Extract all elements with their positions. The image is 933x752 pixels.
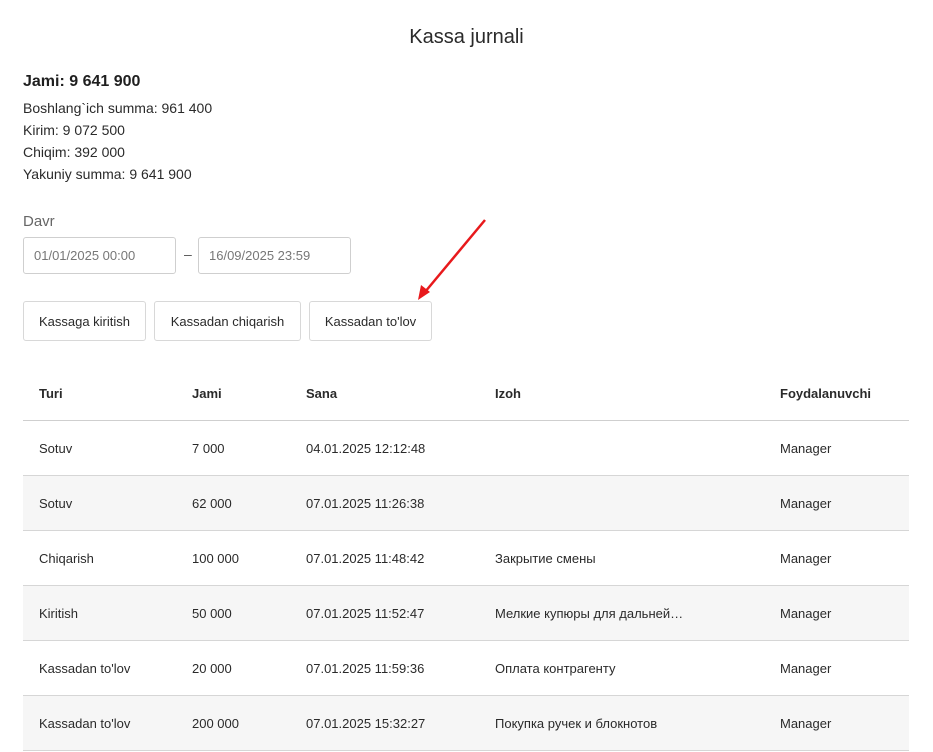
cell-user: Manager	[764, 420, 909, 476]
cell-total: 7 000	[176, 420, 290, 476]
table-row[interactable]: Kassadan to'lov 20 000 07.01.2025 11:59:…	[23, 640, 909, 696]
cell-total: 100 000	[176, 530, 290, 586]
summary-income: Kirim: 9 072 500	[23, 122, 125, 138]
cell-note	[479, 475, 764, 531]
cell-user: Manager	[764, 640, 909, 696]
column-header-note[interactable]: Izoh	[479, 366, 764, 421]
cell-total: 200 000	[176, 695, 290, 751]
cash-payment-button[interactable]: Kassadan to'lov	[309, 301, 432, 341]
table-row[interactable]: Chiqarish 100 000 07.01.2025 11:48:42 За…	[23, 530, 909, 586]
journal-table: Turi Jami Sana Izoh Foydalanuvchi Sotuv …	[23, 366, 909, 751]
cell-date: 07.01.2025 11:48:42	[290, 530, 479, 586]
cell-type: Kiritish	[23, 585, 176, 641]
date-from-input[interactable]	[23, 237, 176, 274]
column-header-date[interactable]: Sana	[290, 366, 479, 421]
page-title: Kassa jurnali	[409, 26, 524, 48]
cell-date: 07.01.2025 15:32:27	[290, 695, 479, 751]
cell-date: 07.01.2025 11:59:36	[290, 640, 479, 696]
column-header-user[interactable]: Foydalanuvchi	[764, 366, 909, 421]
summary-block: Jami: 9 641 900 Boshlang`ich summa: 961 …	[23, 73, 212, 185]
summary-opening: Boshlang`ich summa: 961 400	[23, 100, 213, 116]
cell-note: Оплата контрагенту	[479, 640, 764, 696]
period-label: Davr	[23, 213, 55, 230]
cell-type: Sotuv	[23, 420, 176, 476]
cell-user: Manager	[764, 585, 909, 641]
cell-note: Закрытие смены	[479, 530, 764, 586]
column-header-type[interactable]: Turi	[23, 366, 176, 421]
table-row[interactable]: Sotuv 7 000 04.01.2025 12:12:48 Manager	[23, 420, 909, 476]
cash-out-button[interactable]: Kassadan chiqarish	[154, 301, 301, 341]
cell-type: Sotuv	[23, 475, 176, 531]
cell-note	[479, 420, 764, 476]
cash-journal-page: Kassa jurnali Jami: 9 641 900 Boshlang`i…	[0, 0, 933, 752]
cash-in-button[interactable]: Kassaga kiritish	[23, 301, 146, 341]
table-row[interactable]: Kassadan to'lov 200 000 07.01.2025 15:32…	[23, 695, 909, 751]
summary-expense: Chiqim: 392 000	[23, 144, 125, 160]
table-row[interactable]: Sotuv 62 000 07.01.2025 11:26:38 Manager	[23, 475, 909, 531]
date-to-input[interactable]	[198, 237, 351, 274]
table-row[interactable]: Kiritish 50 000 07.01.2025 11:52:47 Мелк…	[23, 585, 909, 641]
cell-date: 04.01.2025 12:12:48	[290, 420, 479, 476]
cell-total: 20 000	[176, 640, 290, 696]
cell-user: Manager	[764, 695, 909, 751]
cell-total: 50 000	[176, 585, 290, 641]
cell-user: Manager	[764, 475, 909, 531]
summary-closing: Yakuniy summa: 9 641 900	[23, 166, 192, 182]
cell-type: Kassadan to'lov	[23, 695, 176, 751]
cell-note: Мелкие купюры для дальней…	[479, 585, 764, 641]
table-header-row: Turi Jami Sana Izoh Foydalanuvchi	[23, 366, 909, 421]
cell-user: Manager	[764, 530, 909, 586]
summary-total: Jami: 9 641 900	[23, 73, 141, 90]
cell-note-text: Мелкие купюры для дальней…	[495, 606, 684, 622]
cell-note: Покупка ручек и блокнотов	[479, 695, 764, 751]
cell-date: 07.01.2025 11:26:38	[290, 475, 479, 531]
cell-type: Kassadan to'lov	[23, 640, 176, 696]
cell-total: 62 000	[176, 475, 290, 531]
cell-type: Chiqarish	[23, 530, 176, 586]
cell-date: 07.01.2025 11:52:47	[290, 585, 479, 641]
column-header-total[interactable]: Jami	[176, 366, 290, 421]
date-separator: –	[184, 246, 192, 262]
